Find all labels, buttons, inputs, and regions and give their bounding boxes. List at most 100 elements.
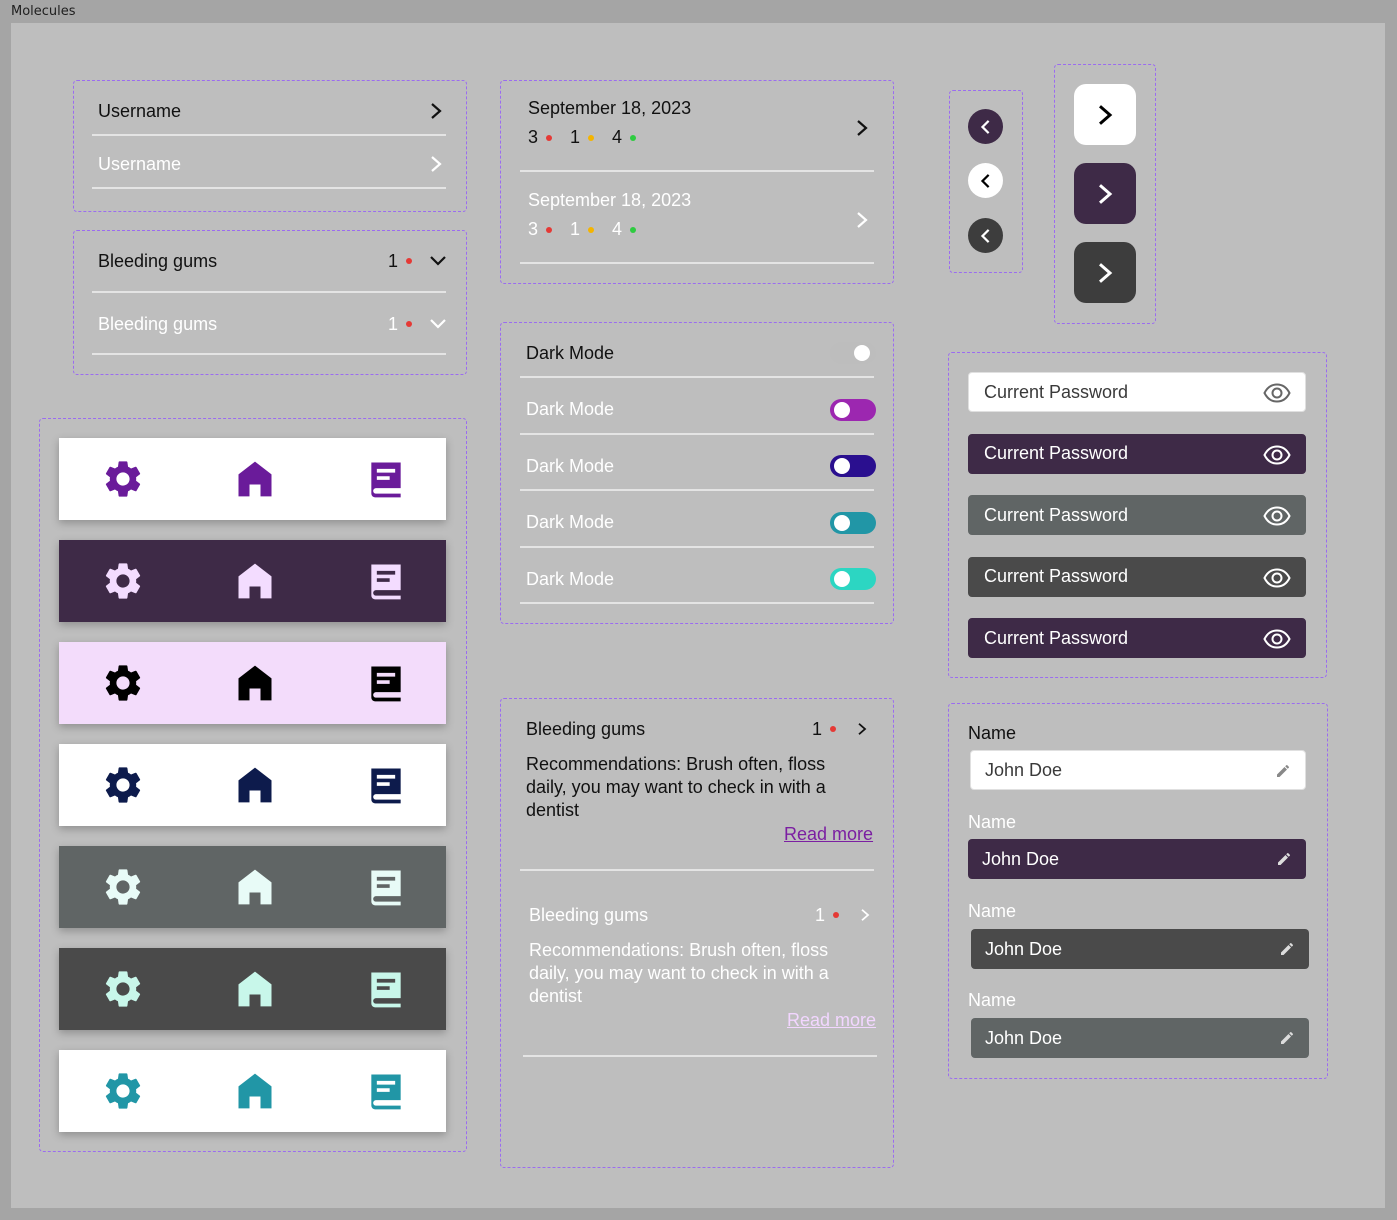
book-icon[interactable] xyxy=(364,661,408,705)
toggle-knob xyxy=(834,401,850,418)
name-label: Name xyxy=(968,990,1017,1010)
pencil-icon[interactable] xyxy=(1279,941,1295,957)
chevron-down-icon xyxy=(430,256,446,266)
yellow-dot-icon xyxy=(588,227,595,234)
username-row[interactable]: Username xyxy=(98,98,444,124)
back-button[interactable] xyxy=(968,218,1003,253)
password-field[interactable]: Current Password xyxy=(968,618,1306,658)
date-row[interactable]: September 18, 2023 3 1 4 xyxy=(528,190,872,250)
divider xyxy=(523,1055,877,1057)
book-icon[interactable] xyxy=(364,457,408,501)
back-button[interactable] xyxy=(968,163,1003,198)
home-icon[interactable] xyxy=(233,1069,277,1113)
read-more-link[interactable]: Read more xyxy=(784,824,873,845)
eye-icon[interactable] xyxy=(1263,444,1291,465)
gear-icon[interactable] xyxy=(101,559,145,603)
toggle-switch[interactable] xyxy=(830,398,876,421)
recommendation-header[interactable]: Bleeding gums 1 xyxy=(526,718,874,740)
symptom-count: 1 xyxy=(387,313,398,334)
divider xyxy=(520,489,874,491)
home-icon[interactable] xyxy=(233,865,277,909)
password-field[interactable]: Current Password xyxy=(968,556,1306,597)
book-icon[interactable] xyxy=(364,559,408,603)
chevron-left-icon xyxy=(980,173,989,188)
next-button[interactable] xyxy=(1074,242,1136,303)
home-icon[interactable] xyxy=(233,559,277,603)
name-input[interactable]: John Doe xyxy=(970,750,1306,790)
count-green: 4 xyxy=(612,127,623,147)
read-more-link[interactable]: Read more xyxy=(787,1010,876,1031)
password-placeholder: Current Password xyxy=(984,566,1129,586)
password-field[interactable]: Current Password xyxy=(968,372,1306,412)
eye-icon[interactable] xyxy=(1263,506,1291,526)
dark-mode-toggle-row[interactable]: Dark Mode xyxy=(526,503,876,543)
next-button[interactable] xyxy=(1074,84,1136,145)
symptom-row[interactable]: Bleeding gums 1 xyxy=(98,248,446,274)
gear-icon[interactable] xyxy=(101,865,145,909)
recommendation-header[interactable]: Bleeding gums 1 xyxy=(529,904,877,926)
book-icon[interactable] xyxy=(364,1069,408,1113)
password-placeholder: Current Password xyxy=(984,443,1129,463)
dark-mode-toggle-row[interactable]: Dark Mode xyxy=(526,333,876,373)
chevron-right-icon xyxy=(858,723,867,735)
book-icon[interactable] xyxy=(364,967,408,1011)
dark-mode-toggle-row[interactable]: Dark Mode xyxy=(526,446,876,486)
dark-mode-toggle-row[interactable]: Dark Mode xyxy=(526,390,876,430)
count-yellow: 1 xyxy=(570,127,581,147)
toggle-switch[interactable] xyxy=(830,511,876,534)
symptom-row[interactable]: Bleeding gums 1 xyxy=(98,311,446,337)
password-field[interactable]: Current Password xyxy=(968,495,1306,535)
recommendation-text: Recommendations: Brush often, floss dail… xyxy=(529,940,829,1006)
bottom-navbar xyxy=(59,948,446,1030)
toggle-knob xyxy=(834,458,850,474)
home-icon[interactable] xyxy=(233,967,277,1011)
chevron-left-icon xyxy=(980,119,989,134)
gear-icon[interactable] xyxy=(101,1069,145,1113)
name-input[interactable]: John Doe xyxy=(971,929,1309,969)
next-button[interactable] xyxy=(1074,163,1136,224)
name-value: John Doe xyxy=(985,1027,1063,1048)
yellow-dot-icon xyxy=(588,135,595,142)
name-value: John Doe xyxy=(985,938,1063,959)
toggle-switch[interactable] xyxy=(830,455,876,477)
chevron-down-icon xyxy=(430,319,446,329)
password-field[interactable]: Current Password xyxy=(968,433,1306,474)
name-input[interactable]: John Doe xyxy=(971,1018,1309,1058)
toggle-switch[interactable] xyxy=(830,342,876,364)
pencil-icon[interactable] xyxy=(1279,1030,1295,1046)
divider xyxy=(520,262,874,264)
eye-icon[interactable] xyxy=(1263,567,1291,588)
divider xyxy=(92,134,446,136)
home-icon[interactable] xyxy=(233,661,277,705)
gear-icon[interactable] xyxy=(101,967,145,1011)
name-input[interactable]: John Doe xyxy=(968,839,1306,879)
date-row[interactable]: September 18, 2023 3 1 4 xyxy=(528,98,872,158)
red-dot-icon xyxy=(830,726,836,732)
name-label: Name xyxy=(968,723,1017,743)
book-icon[interactable] xyxy=(364,865,408,909)
pencil-icon[interactable] xyxy=(1276,851,1292,867)
toggle-label: Dark Mode xyxy=(526,399,615,419)
name-value: John Doe xyxy=(982,848,1060,869)
divider xyxy=(92,291,446,293)
gear-icon[interactable] xyxy=(101,457,145,501)
eye-icon[interactable] xyxy=(1263,629,1291,649)
toggle-knob xyxy=(834,571,850,587)
dark-mode-toggle-row[interactable]: Dark Mode xyxy=(526,559,876,599)
home-icon[interactable] xyxy=(233,763,277,807)
frame-title: Molecules xyxy=(11,4,76,19)
home-icon[interactable] xyxy=(233,457,277,501)
eye-icon[interactable] xyxy=(1263,383,1291,403)
red-dot-icon xyxy=(406,258,412,264)
password-placeholder: Current Password xyxy=(984,504,1129,525)
book-icon[interactable] xyxy=(364,763,408,807)
gear-icon[interactable] xyxy=(101,763,145,807)
password-placeholder: Current Password xyxy=(984,381,1129,402)
toggle-switch[interactable] xyxy=(830,568,876,590)
chevron-right-icon xyxy=(431,156,442,172)
pencil-icon[interactable] xyxy=(1275,763,1291,779)
back-button[interactable] xyxy=(968,109,1003,144)
symptom-label: Bleeding gums xyxy=(98,250,218,271)
gear-icon[interactable] xyxy=(101,661,145,705)
username-row[interactable]: Username xyxy=(98,151,444,177)
